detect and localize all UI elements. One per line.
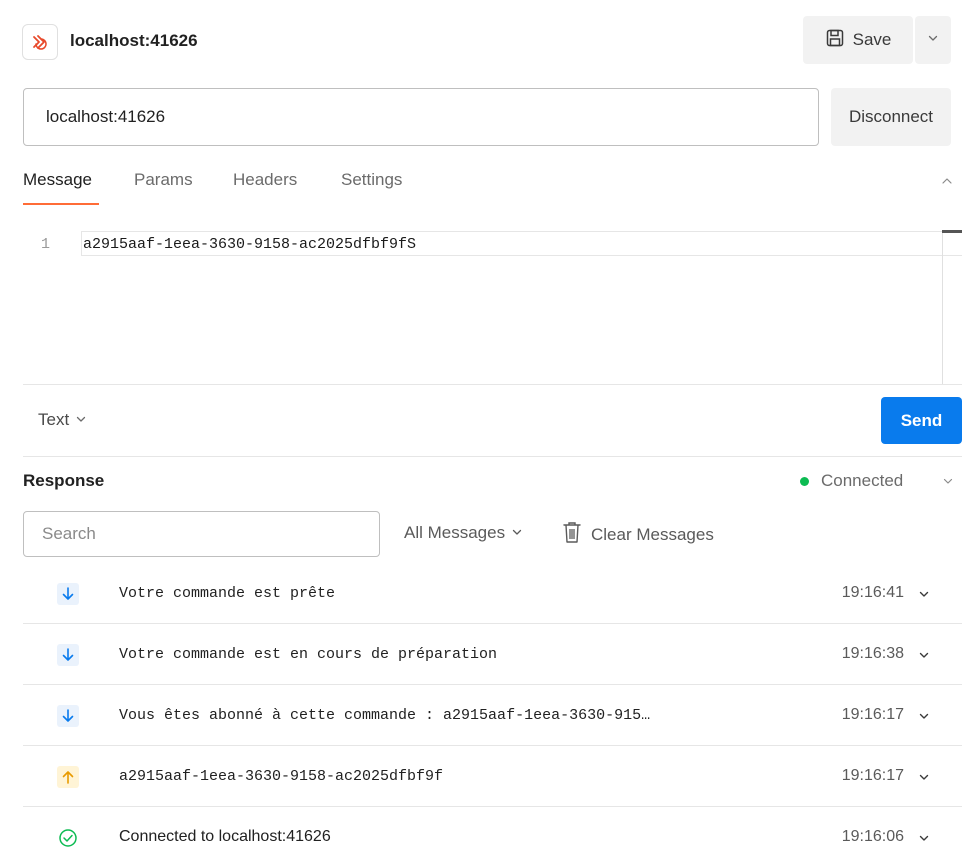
save-icon <box>825 28 845 53</box>
list-item[interactable]: a2915aaf-1eea-3630-9158-ac2025dfbf9f 19:… <box>23 746 962 807</box>
active-tab-indicator <box>23 203 99 205</box>
tab-headers[interactable]: Headers <box>233 170 297 190</box>
trash-icon <box>562 520 582 549</box>
header: localhost:41626 Save <box>0 0 962 80</box>
chevron-down-icon <box>75 410 87 430</box>
tab-settings[interactable]: Settings <box>341 170 402 190</box>
connection-status: Connected <box>800 471 903 491</box>
list-item[interactable]: Connected to localhost:41626 19:16:06 <box>23 807 962 861</box>
chevron-down-icon <box>927 31 939 49</box>
arrow-down-icon <box>57 644 79 666</box>
format-label: Text <box>38 410 70 429</box>
filter-label: All Messages <box>404 523 506 542</box>
disconnect-button[interactable]: Disconnect <box>831 88 951 146</box>
message-time: 19:16:06 <box>841 828 904 845</box>
chevron-down-icon <box>511 523 523 543</box>
chevron-down-icon[interactable] <box>918 770 930 788</box>
chevron-down-icon[interactable] <box>918 709 930 727</box>
arrow-down-icon <box>57 583 79 605</box>
editor-content[interactable]: a2915aaf-1eea-3630-9158-ac2025dfbf9fS <box>83 236 416 253</box>
save-label: Save <box>852 30 892 49</box>
arrow-down-icon <box>57 705 79 727</box>
message-time: 19:16:17 <box>841 767 904 784</box>
divider <box>23 456 962 457</box>
save-options-button[interactable] <box>915 16 951 64</box>
list-item[interactable]: Vous êtes abonné à cette commande : a291… <box>23 685 962 746</box>
message-text: Votre commande est prête <box>119 585 336 602</box>
format-dropdown[interactable]: Text <box>38 410 87 430</box>
message-text: Connected to localhost:41626 <box>119 828 331 845</box>
editor-scrollbar[interactable] <box>942 230 943 384</box>
clear-messages-button[interactable]: Clear Messages <box>562 520 714 549</box>
clear-label: Clear Messages <box>591 524 714 544</box>
chevron-down-icon[interactable] <box>942 474 954 492</box>
message-editor[interactable]: 1 a2915aaf-1eea-3630-9158-ac2025dfbf9fS <box>23 230 962 384</box>
search-input[interactable] <box>23 511 380 557</box>
list-item[interactable]: Votre commande est en cours de préparati… <box>23 624 962 685</box>
message-list: Votre commande est prête 19:16:41 Votre … <box>23 563 962 861</box>
message-time: 19:16:38 <box>841 645 904 662</box>
message-text: a2915aaf-1eea-3630-9158-ac2025dfbf9f <box>119 768 444 785</box>
divider <box>23 384 962 385</box>
message-text: Vous êtes abonné à cette commande : a291… <box>119 707 651 724</box>
response-title: Response <box>23 471 105 490</box>
chevron-down-icon[interactable] <box>918 831 930 849</box>
message-filter-dropdown[interactable]: All Messages <box>404 523 523 543</box>
editor-scroll-thumb[interactable] <box>942 230 962 233</box>
message-time: 19:16:17 <box>841 706 904 723</box>
request-title: localhost:41626 <box>70 31 198 50</box>
send-button[interactable]: Send <box>881 397 962 444</box>
status-label: Connected <box>821 471 904 490</box>
status-dot-icon <box>800 476 809 486</box>
websocket-icon <box>22 24 58 60</box>
chevron-up-icon[interactable] <box>940 174 954 193</box>
check-circle-icon <box>57 827 79 849</box>
tab-params[interactable]: Params <box>134 170 193 190</box>
arrow-up-icon <box>57 766 79 788</box>
chevron-down-icon[interactable] <box>918 587 930 605</box>
url-input[interactable] <box>23 88 819 146</box>
message-text: Votre commande est en cours de préparati… <box>119 646 498 663</box>
chevron-down-icon[interactable] <box>918 648 930 666</box>
tab-message[interactable]: Message <box>23 170 92 190</box>
list-item[interactable]: Votre commande est prête 19:16:41 <box>23 563 962 624</box>
save-button[interactable]: Save <box>803 16 913 64</box>
message-time: 19:16:41 <box>841 584 904 601</box>
line-number: 1 <box>41 236 51 253</box>
